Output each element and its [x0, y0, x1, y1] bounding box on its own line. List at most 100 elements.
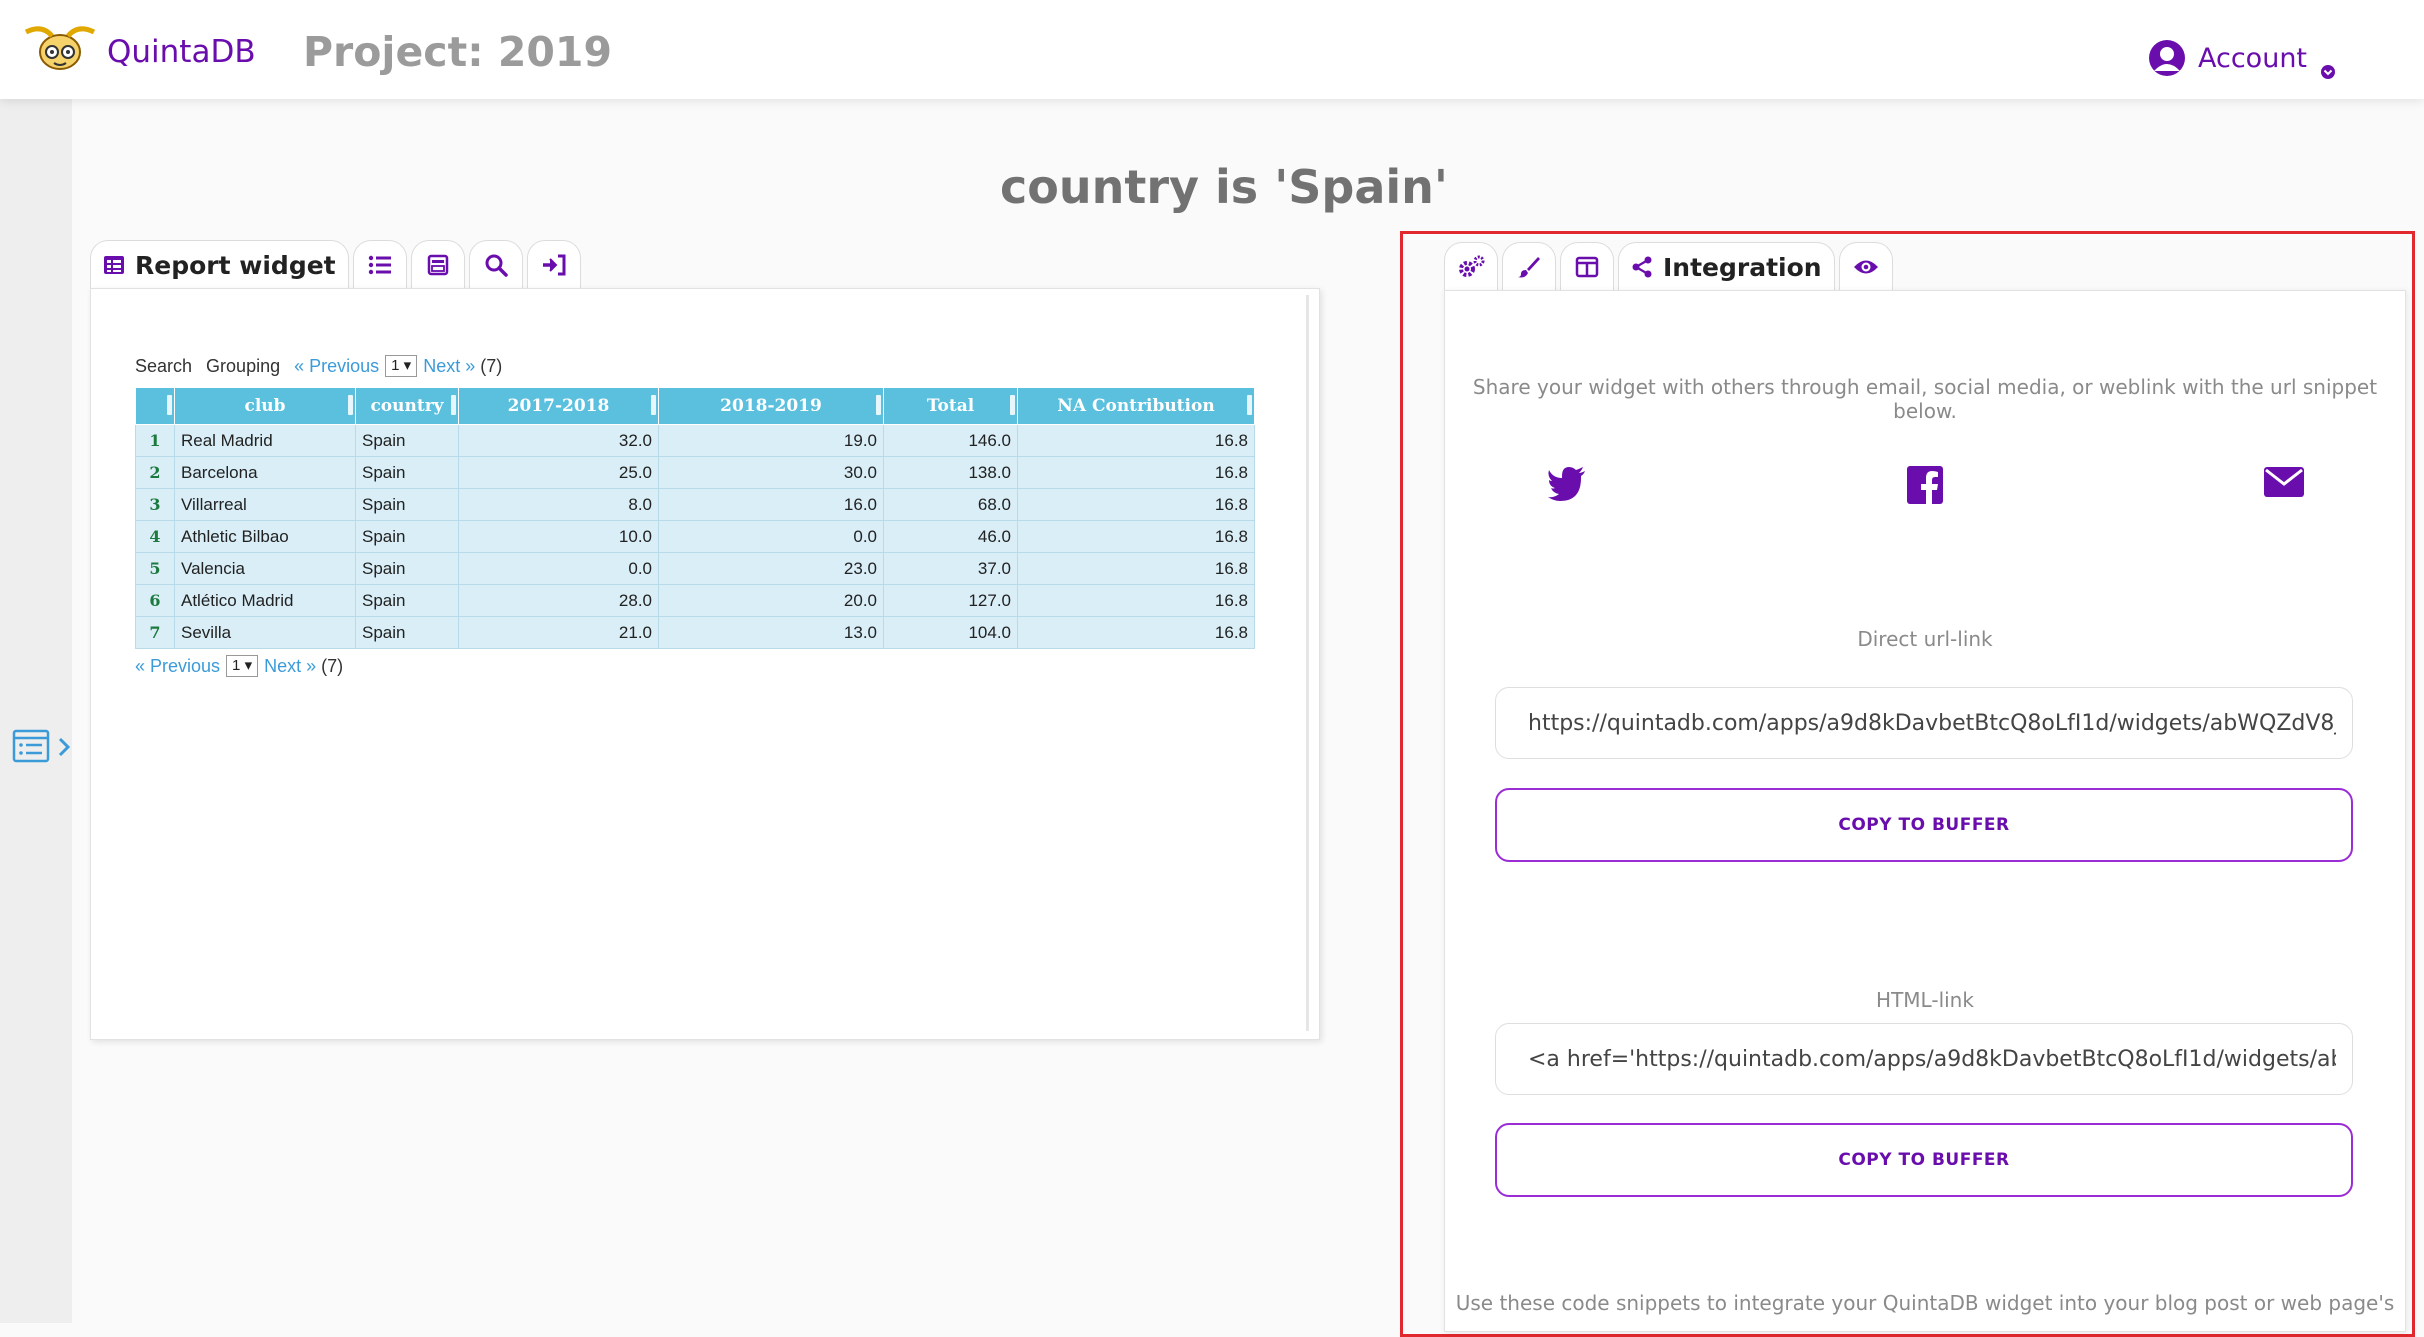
cell-country[interactable]: Spain: [355, 616, 459, 649]
copy-direct-url-button[interactable]: COPY TO BUFFER: [1495, 788, 2353, 862]
column-header-2018-2019[interactable]: 2018-2019: [658, 387, 884, 425]
cell-2018-2019[interactable]: 16.0: [658, 488, 884, 521]
expand-sidebar-icon[interactable]: [56, 736, 72, 758]
column-header-na-contribution[interactable]: NA Contribution: [1017, 387, 1255, 425]
cell-club[interactable]: Barcelona: [174, 456, 356, 489]
page-select[interactable]: 1 ▾: [385, 355, 418, 377]
eye-icon: [1853, 260, 1878, 274]
cell-total[interactable]: 37.0: [883, 552, 1018, 585]
forms-list-icon[interactable]: [12, 727, 50, 765]
cell-2018-2019[interactable]: 0.0: [658, 520, 884, 553]
tab-report-widget[interactable]: Report widget: [90, 240, 349, 289]
cell-country[interactable]: Spain: [355, 424, 459, 457]
cell-country[interactable]: Spain: [355, 488, 459, 521]
cell-na-contribution[interactable]: 16.8: [1017, 520, 1255, 553]
tab-list-view[interactable]: [352, 240, 407, 289]
tab-layout[interactable]: [1560, 242, 1614, 291]
table-row[interactable]: 2 Barcelona Spain 25.0 30.0 138.0 16.8: [135, 456, 1255, 489]
twitter-icon[interactable]: [1547, 466, 1587, 502]
column-header-total[interactable]: Total: [883, 387, 1018, 425]
tab-search[interactable]: [468, 240, 523, 289]
cell-2017-2018[interactable]: 32.0: [458, 424, 659, 457]
tab-preview[interactable]: [1838, 242, 1893, 291]
previous-page-link[interactable]: « Previous: [294, 356, 379, 377]
cell-2017-2018[interactable]: 8.0: [458, 488, 659, 521]
email-icon[interactable]: [2263, 466, 2305, 498]
cell-na-contribution[interactable]: 16.8: [1017, 488, 1255, 521]
cell-2017-2018[interactable]: 21.0: [458, 616, 659, 649]
cell-2018-2019[interactable]: 20.0: [658, 584, 884, 617]
cell-2017-2018[interactable]: 10.0: [458, 520, 659, 553]
user-avatar-icon: [2149, 40, 2185, 76]
cell-total[interactable]: 68.0: [883, 488, 1018, 521]
cell-2017-2018[interactable]: 28.0: [458, 584, 659, 617]
html-link-field[interactable]: <a href='https://quintadb.com/apps/a9d8k…: [1495, 1023, 2353, 1095]
cell-country[interactable]: Spain: [355, 552, 459, 585]
cell-2018-2019[interactable]: 19.0: [658, 424, 884, 457]
cell-na-contribution[interactable]: 16.8: [1017, 552, 1255, 585]
logo-text[interactable]: QuintaDB: [107, 34, 256, 70]
cell-country[interactable]: Spain: [355, 584, 459, 617]
html-link-value: <a href='https://quintadb.com/apps/a9d8k…: [1528, 1046, 2336, 1072]
grouping-link[interactable]: Grouping: [206, 356, 280, 377]
cell-2017-2018[interactable]: 25.0: [458, 456, 659, 489]
column-resize-handle[interactable]: [876, 395, 881, 415]
cell-total[interactable]: 146.0: [883, 424, 1018, 457]
record-count: (7): [321, 655, 344, 676]
tab-form-view[interactable]: [410, 240, 465, 289]
table-row[interactable]: 7 Sevilla Spain 21.0 13.0 104.0 16.8: [135, 616, 1255, 649]
column-resize-handle[interactable]: [651, 395, 656, 415]
left-sidebar-rail: [0, 99, 72, 1323]
cell-club[interactable]: Valencia: [174, 552, 356, 585]
search-link[interactable]: Search: [135, 356, 192, 377]
column-resize-handle[interactable]: [1010, 395, 1015, 415]
tab-design[interactable]: [1502, 242, 1556, 291]
cell-club[interactable]: Sevilla: [174, 616, 356, 649]
tab-sign-in[interactable]: [526, 240, 581, 289]
column-resize-handle[interactable]: [451, 395, 456, 415]
page-select[interactable]: 1 ▾: [226, 655, 259, 677]
cell-na-contribution[interactable]: 16.8: [1017, 456, 1255, 489]
table-row[interactable]: 5 Valencia Spain 0.0 23.0 37.0 16.8: [135, 552, 1255, 585]
cell-club[interactable]: Real Madrid: [174, 424, 356, 457]
cell-club[interactable]: Villarreal: [174, 488, 356, 521]
cell-2018-2019[interactable]: 30.0: [658, 456, 884, 489]
row-number-header: [135, 387, 175, 425]
facebook-icon[interactable]: [1907, 466, 1943, 504]
cell-2018-2019[interactable]: 13.0: [658, 616, 884, 649]
tab-integration[interactable]: Integration: [1618, 242, 1835, 291]
column-header-country[interactable]: country: [355, 387, 459, 425]
direct-url-field[interactable]: https://quintadb.com/apps/a9d8kDavbetBtc…: [1495, 687, 2353, 759]
cell-na-contribution[interactable]: 16.8: [1017, 616, 1255, 649]
cell-total[interactable]: 104.0: [883, 616, 1018, 649]
cell-country[interactable]: Spain: [355, 456, 459, 489]
bottom-pager: « Previous 1 ▾ Next » (7): [135, 655, 343, 677]
cell-total[interactable]: 127.0: [883, 584, 1018, 617]
next-page-link[interactable]: Next »: [264, 656, 316, 677]
table-row[interactable]: 1 Real Madrid Spain 32.0 19.0 146.0 16.8: [135, 424, 1255, 457]
column-resize-handle[interactable]: [167, 395, 172, 415]
table-row[interactable]: 3 Villarreal Spain 8.0 16.0 68.0 16.8: [135, 488, 1255, 521]
cell-total[interactable]: 46.0: [883, 520, 1018, 553]
report-widget-tabs: Report widget: [90, 240, 585, 290]
cell-country[interactable]: Spain: [355, 520, 459, 553]
table-row[interactable]: 4 Athletic Bilbao Spain 10.0 0.0 46.0 16…: [135, 520, 1255, 553]
column-resize-handle[interactable]: [1247, 395, 1252, 415]
previous-page-link[interactable]: « Previous: [135, 656, 220, 677]
cell-na-contribution[interactable]: 16.8: [1017, 584, 1255, 617]
account-menu[interactable]: Account: [2148, 38, 2335, 79]
next-page-link[interactable]: Next »: [423, 356, 475, 377]
cell-total[interactable]: 138.0: [883, 456, 1018, 489]
logo-mascot-icon[interactable]: [22, 22, 98, 72]
cell-2017-2018[interactable]: 0.0: [458, 552, 659, 585]
copy-html-link-button[interactable]: COPY TO BUFFER: [1495, 1123, 2353, 1197]
cell-club[interactable]: Athletic Bilbao: [174, 520, 356, 553]
cell-2018-2019[interactable]: 23.0: [658, 552, 884, 585]
table-row[interactable]: 6 Atlético Madrid Spain 28.0 20.0 127.0 …: [135, 584, 1255, 617]
column-resize-handle[interactable]: [348, 395, 353, 415]
column-header-club[interactable]: club: [174, 387, 356, 425]
cell-club[interactable]: Atlético Madrid: [174, 584, 356, 617]
cell-na-contribution[interactable]: 16.8: [1017, 424, 1255, 457]
column-header-2017-2018[interactable]: 2017-2018: [458, 387, 659, 425]
tab-settings[interactable]: [1444, 242, 1498, 291]
